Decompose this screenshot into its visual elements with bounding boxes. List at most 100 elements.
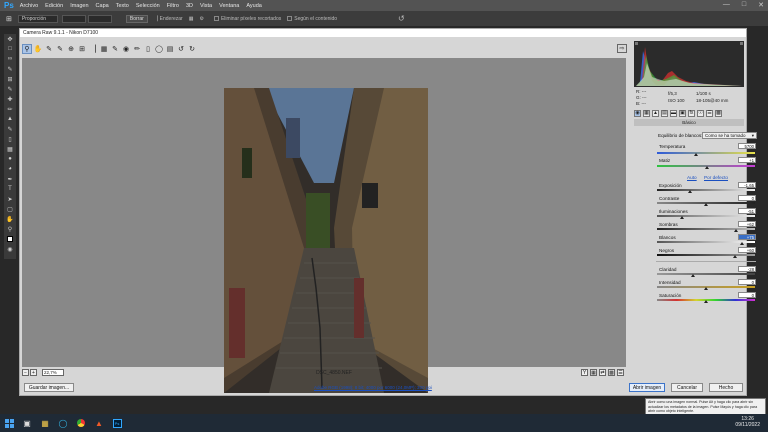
shape-tool-icon[interactable]: ▢ [4, 204, 16, 214]
rotate-right-icon[interactable]: ↻ [187, 44, 197, 54]
detail-tab-icon[interactable]: ▲ [652, 109, 659, 117]
system-clock[interactable]: 13:26 09/11/2022 [735, 416, 760, 428]
crop-tool-icon[interactable]: ⊞ [6, 15, 12, 23]
chrome-icon[interactable] [72, 414, 90, 432]
exposure-thumb[interactable] [688, 190, 692, 193]
clarity-thumb[interactable] [691, 274, 695, 277]
menu-vista[interactable]: Vista [200, 3, 212, 9]
menu-texto[interactable]: Texto [116, 3, 129, 9]
exposure-slider[interactable] [657, 189, 755, 191]
before-after-icon[interactable]: ▦ [590, 369, 597, 376]
presets-tab-icon[interactable]: ☰ [706, 109, 713, 117]
vibrance-value[interactable]: 0 [738, 279, 756, 285]
view-settings-icon[interactable]: ☰ [617, 369, 624, 376]
highlights-thumb[interactable] [680, 216, 684, 219]
saturation-thumb[interactable] [704, 300, 708, 303]
default-link[interactable]: Por defecto [704, 175, 728, 180]
snapshots-tab-icon[interactable]: ▩ [715, 109, 722, 117]
camera-calibration-tab-icon[interactable]: ☉ [697, 109, 704, 117]
shadows-thumb[interactable] [734, 229, 738, 232]
preview-canvas[interactable] [22, 58, 626, 393]
move-tool-icon[interactable]: ✥ [4, 34, 16, 44]
ratio-height-field[interactable] [87, 14, 112, 23]
workflow-options-link[interactable]: Adobe RGB (1998); 8 bit; 4000 por 6000 (… [314, 385, 432, 390]
quick-mask-icon[interactable]: ◉ [4, 244, 16, 254]
vibrance-thumb[interactable] [704, 287, 708, 290]
zoom-in-button[interactable]: + [30, 369, 37, 376]
gear-icon[interactable]: ⚙ [199, 16, 203, 22]
hand-tool-icon[interactable]: ✋ [33, 44, 43, 54]
eraser-tool-icon[interactable]: ▯ [4, 134, 16, 144]
zoom-tool-icon[interactable]: ⚲ [22, 44, 32, 54]
quick-select-tool-icon[interactable]: ✎ [4, 64, 16, 74]
radial-filter-icon[interactable]: ◯ [154, 44, 164, 54]
adjustment-brush-icon[interactable]: ✏ [132, 44, 142, 54]
lasso-tool-icon[interactable]: ∞ [4, 54, 16, 64]
color-sampler-icon[interactable]: ✎ [55, 44, 65, 54]
edge-icon[interactable]: ◯ [54, 414, 72, 432]
menu-ventana[interactable]: Ventana [219, 3, 239, 9]
highlights-value[interactable]: -51 [738, 208, 756, 214]
eyedropper-tool-icon[interactable]: ✎ [4, 84, 16, 94]
menu-ayuda[interactable]: Ayuda [246, 3, 262, 9]
shadows-slider[interactable] [657, 228, 755, 230]
type-tool-icon[interactable]: T [4, 184, 16, 194]
straighten-icon[interactable]: ▕ [154, 16, 158, 22]
whites-thumb[interactable] [740, 242, 744, 245]
done-button[interactable]: Hecho [709, 383, 743, 392]
tint-thumb[interactable] [705, 166, 709, 169]
clear-button[interactable]: Borrar [125, 14, 148, 23]
crop-tool-icon[interactable]: ⊞ [4, 74, 16, 84]
ratio-width-field[interactable] [61, 14, 86, 23]
healing-tool-icon[interactable]: ✚ [4, 94, 16, 104]
temperature-thumb[interactable] [694, 153, 698, 156]
spot-removal-icon[interactable]: ✎ [110, 44, 120, 54]
contrast-thumb[interactable] [704, 203, 708, 206]
open-image-button[interactable]: Abrir imagen [629, 383, 665, 392]
overlay-icon[interactable]: ▦ [189, 16, 194, 22]
hand-tool-icon[interactable]: ✋ [4, 214, 16, 224]
menu-3d[interactable]: 3D [186, 3, 193, 9]
fx-tab-icon[interactable]: fx [688, 109, 695, 117]
lens-tab-icon[interactable]: ▣ [679, 109, 686, 117]
menu-capa[interactable]: Capa [96, 3, 109, 9]
delete-cropped-checkbox[interactable] [213, 16, 219, 21]
basic-tab-icon[interactable]: ◉ [634, 109, 641, 117]
straighten-label[interactable]: Enderezar [160, 16, 183, 22]
whites-value[interactable]: +75 [738, 234, 756, 240]
temperature-slider[interactable] [657, 152, 755, 154]
marquee-tool-icon[interactable]: □ [4, 44, 16, 54]
zoom-tool-icon[interactable]: ⚲ [4, 224, 16, 234]
clarity-value[interactable]: -28 [738, 266, 756, 272]
path-select-icon[interactable]: ➤ [4, 194, 16, 204]
brush-tool-icon[interactable]: ✏ [4, 104, 16, 114]
menu-seleccion[interactable]: Selección [136, 3, 160, 9]
ratio-dropdown[interactable]: Proporción [17, 14, 58, 23]
targeted-adjust-icon[interactable]: ⊕ [66, 44, 76, 54]
photoshop-taskbar-icon[interactable]: Ps [108, 414, 126, 432]
menu-filtro[interactable]: Filtro [167, 3, 179, 9]
close-icon[interactable]: ✕ [758, 1, 764, 9]
transform-tool-icon[interactable]: ▦ [99, 44, 109, 54]
flag-icon[interactable]: Y [581, 369, 588, 376]
color-swatch-icon[interactable] [4, 234, 16, 244]
save-image-button[interactable]: Guardar imagen... [24, 383, 74, 392]
task-view-icon[interactable]: ▣ [18, 414, 36, 432]
gradient-tool-icon[interactable]: ▦ [4, 144, 16, 154]
tint-value[interactable]: +1 [738, 157, 756, 163]
file-explorer-icon[interactable]: ▦ [36, 414, 54, 432]
content-aware-checkbox[interactable] [287, 16, 293, 21]
shadows-value[interactable]: +62 [738, 221, 756, 227]
windows-start-icon[interactable] [0, 414, 18, 432]
menu-imagen[interactable]: Imagen [70, 3, 88, 9]
reset-icon[interactable]: ↺ [398, 14, 405, 23]
copy-settings-icon[interactable]: ▩ [608, 369, 615, 376]
rotate-left-icon[interactable]: ↺ [176, 44, 186, 54]
crop-tool-icon[interactable]: ⊞ [77, 44, 87, 54]
pen-tool-icon[interactable]: ✒ [4, 174, 16, 184]
swap-icon[interactable]: ⇄ [599, 369, 606, 376]
fullscreen-icon[interactable]: ⇨ [617, 44, 627, 53]
preferences-icon[interactable]: ▤ [165, 44, 175, 54]
contrast-value[interactable]: 0 [738, 195, 756, 201]
menu-archivo[interactable]: Archivo [20, 3, 38, 9]
